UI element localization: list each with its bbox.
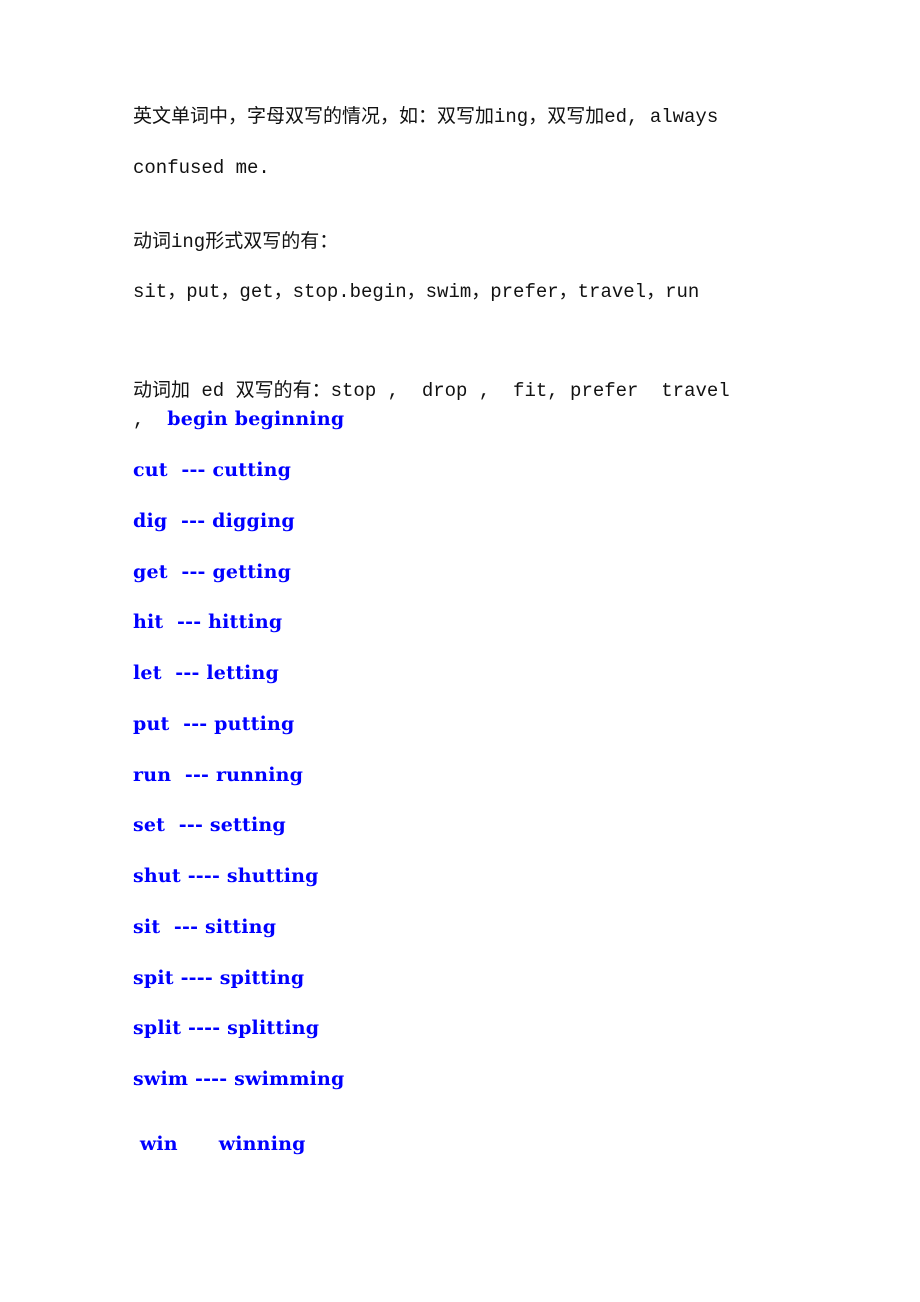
verb-pair-item: swim ---- swimming xyxy=(133,1068,345,1090)
ed-section-second-line: , begin beginning xyxy=(133,407,344,432)
verb-pair-item: shut ---- shutting xyxy=(133,865,319,887)
begin-beginning-pair: begin beginning xyxy=(167,408,345,430)
verb-pair-item: get --- getting xyxy=(133,561,292,583)
verb-pair-item: spit ---- spitting xyxy=(133,967,305,989)
ing-section-heading: 动词ing形式双写的有： xyxy=(133,231,339,253)
verb-pair-item: dig --- digging xyxy=(133,510,295,532)
verb-pair-item: run --- running xyxy=(133,764,304,786)
intro-line-1: 英文单词中，字母双写的情况，如：双写加ing，双写加ed, always xyxy=(133,106,719,128)
ed-second-line-prefix: , xyxy=(133,409,168,431)
verb-pair-item: set --- setting xyxy=(133,814,286,836)
verb-pair-item: let --- letting xyxy=(133,662,279,684)
intro-line-2: confused me. xyxy=(133,157,270,179)
ed-section-heading: 动词加 ed 双写的有：stop , drop , fit, prefer tr… xyxy=(133,380,730,402)
win-winning-pair: win winning xyxy=(133,1133,306,1155)
verb-pair-item: cut --- cutting xyxy=(133,459,292,481)
verb-pair-item: split ---- splitting xyxy=(133,1017,320,1039)
ing-examples: sit，put，get，stop.begin，swim，prefer，trave… xyxy=(133,281,700,303)
verb-pair-item: put --- putting xyxy=(133,713,295,735)
verb-pair-item: hit --- hitting xyxy=(133,611,283,633)
verb-pair-item: sit --- sitting xyxy=(133,916,277,938)
